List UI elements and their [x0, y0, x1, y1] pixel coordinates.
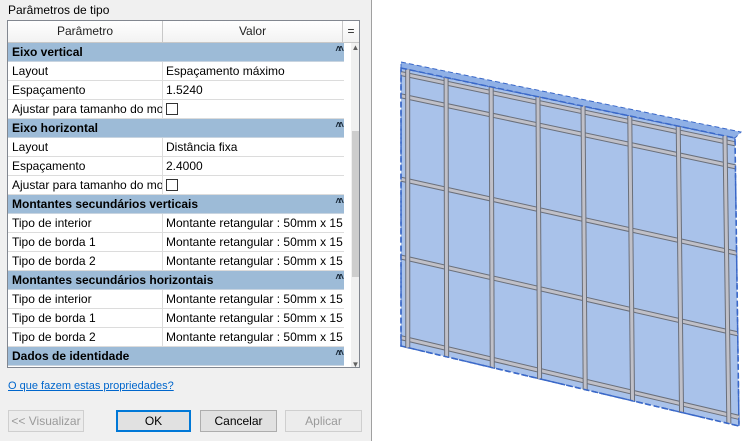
double-chevron-up-icon[interactable]: ˄˄	[335, 196, 344, 207]
group-header[interactable]: Eixo vertical ˄˄	[8, 43, 344, 62]
table-row[interactable]: Espaçamento 2.4000	[8, 157, 344, 176]
parameter-value[interactable]: 2.4000	[163, 157, 344, 175]
parameter-value[interactable]: Montante retangular : 50mm x 15	[163, 290, 344, 308]
table-row[interactable]: Tipo de borda 1 Montante retangular : 50m…	[8, 233, 344, 252]
group-header[interactable]: Eixo horizontal ˄˄	[8, 119, 344, 138]
table-row[interactable]: Tipo de borda 1 Montante retangular : 50m…	[8, 309, 344, 328]
grid-rows: Eixo vertical ˄˄ Layout Espaçamento máximo E…	[8, 43, 344, 366]
parameter-value[interactable]: Montante retangular : 50mm x 15	[163, 328, 344, 346]
vertical-mullion	[536, 96, 542, 379]
type-properties-dialog: Parâmetros de tipo Parâmetro Valor = Eix…	[0, 0, 372, 441]
table-row[interactable]: Espaçamento 1.5240	[8, 81, 344, 100]
double-chevron-up-icon[interactable]: ˄˄	[335, 120, 344, 131]
parameter-value[interactable]: Montante retangular : 50mm x 15	[163, 252, 344, 270]
help-link[interactable]: O que fazem estas propriedades?	[8, 380, 174, 392]
table-row[interactable]: Layout Distância fixa	[8, 138, 344, 157]
column-header-value[interactable]: Valor	[163, 21, 343, 43]
group-title: Montantes secundários verticais	[12, 197, 199, 211]
double-chevron-up-icon[interactable]: ˄˄	[335, 272, 344, 283]
group-title: Eixo vertical	[12, 45, 83, 59]
vertical-mullion	[444, 77, 449, 357]
scroll-up-arrow-icon[interactable]: ▲	[351, 43, 359, 52]
section-title: Parâmetros de tipo	[8, 3, 110, 17]
vertical-scrollbar[interactable]: ▲ ▼	[351, 43, 359, 367]
parameter-name: Tipo de interior	[8, 290, 163, 308]
scroll-down-arrow-icon[interactable]: ▼	[351, 360, 359, 367]
cancel-button[interactable]: Cancelar	[200, 410, 277, 432]
table-row[interactable]: Layout Espaçamento máximo	[8, 62, 344, 81]
curtain-wall-preview[interactable]	[373, 0, 750, 441]
group-title: Dados de identidade	[12, 349, 130, 363]
group-header[interactable]: Montantes secundários horizontais ˄˄	[8, 271, 344, 290]
column-header-parameter[interactable]: Parâmetro	[8, 21, 163, 43]
parameter-value[interactable]: Montante retangular : 50mm x 15	[163, 233, 344, 251]
parameters-grid: Parâmetro Valor = Eixo vertical ˄˄ Layout E…	[7, 20, 360, 368]
parameter-name: Espaçamento	[8, 81, 163, 99]
table-row[interactable]: Tipo de interior Montante retangular : 50…	[8, 290, 344, 309]
parameter-name: Tipo de borda 1	[8, 233, 163, 251]
table-row[interactable]: Tipo de borda 2 Montante retangular : 50m…	[8, 252, 344, 271]
parameter-name: Espaçamento	[8, 157, 163, 175]
parameter-name: Ajustar para tamanho do mon	[8, 176, 163, 194]
3d-view-panel[interactable]	[373, 0, 750, 441]
parameter-name: Tipo de borda 2	[8, 328, 163, 346]
parameter-value[interactable]: 1.5240	[163, 81, 344, 99]
table-row[interactable]: Tipo de interior Montante retangular : 50…	[8, 214, 344, 233]
fit-checkbox[interactable]	[166, 179, 178, 191]
parameter-value[interactable]: Espaçamento máximo	[163, 62, 344, 80]
fit-checkbox[interactable]	[166, 103, 178, 115]
table-row[interactable]: Ajustar para tamanho do mon	[8, 100, 344, 119]
parameter-value[interactable]: Distância fixa	[163, 138, 344, 156]
table-row[interactable]: Ajustar para tamanho do mon	[8, 176, 344, 195]
parameter-name: Tipo de interior	[8, 214, 163, 232]
group-header[interactable]: Dados de identidade ˄˄	[8, 347, 344, 366]
scrollbar-thumb[interactable]	[352, 131, 359, 277]
double-chevron-up-icon[interactable]: ˄˄	[335, 348, 344, 359]
parameter-value[interactable]: Montante retangular : 50mm x 15	[163, 309, 344, 327]
column-header-equals[interactable]: =	[343, 21, 359, 43]
apply-button[interactable]: Aplicar	[285, 410, 362, 432]
parameter-name: Layout	[8, 138, 163, 156]
group-title: Montantes secundários horizontais	[12, 273, 214, 287]
ok-button[interactable]: OK	[116, 410, 191, 432]
parameter-name: Tipo de borda 1	[8, 309, 163, 327]
parameter-name: Ajustar para tamanho do mon	[8, 100, 163, 118]
parameter-value[interactable]: Montante retangular : 50mm x 15	[163, 214, 344, 232]
parameter-value[interactable]	[163, 100, 344, 118]
grid-header: Parâmetro Valor =	[8, 21, 359, 43]
parameter-value[interactable]	[163, 176, 344, 194]
group-title: Eixo horizontal	[12, 121, 99, 135]
preview-button[interactable]: << Visualizar	[8, 410, 84, 432]
group-header[interactable]: Montantes secundários verticais ˄˄	[8, 195, 344, 214]
double-chevron-up-icon[interactable]: ˄˄	[335, 44, 344, 55]
parameter-name: Tipo de borda 2	[8, 252, 163, 270]
table-row[interactable]: Tipo de borda 2 Montante retangular : 50m…	[8, 328, 344, 347]
parameter-name: Layout	[8, 62, 163, 80]
vertical-mullion	[489, 86, 494, 368]
